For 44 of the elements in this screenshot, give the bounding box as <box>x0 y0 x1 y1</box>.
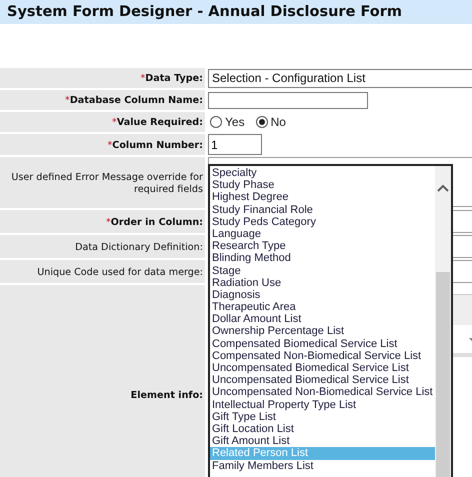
field-label: User defined Error Message override for required fields <box>0 157 205 208</box>
field-label: *Value Required: <box>0 112 205 132</box>
field-label: Data Dictionary Definition: <box>0 235 205 258</box>
list-option[interactable]: Family Members List <box>210 460 435 472</box>
data-type-select[interactable]: Selection - Configuration List <box>208 68 472 88</box>
list-option[interactable]: Research Type <box>210 240 435 252</box>
text-field[interactable] <box>208 92 368 108</box>
list-option[interactable]: Uncompensated Non-Biomedical Service List <box>210 386 435 399</box>
list-option[interactable]: Uncompensated Biomedical Service List <box>210 374 435 386</box>
list-option[interactable]: Gift Amount List <box>210 435 435 448</box>
list-option[interactable]: Specialty <box>210 167 435 180</box>
list-option[interactable]: Radiation Use <box>210 276 435 289</box>
list-option[interactable]: Highest Degree <box>210 191 435 204</box>
radio-label[interactable]: Yes <box>225 115 245 129</box>
list-option[interactable]: Study Peds Category <box>210 216 435 228</box>
scrollbar[interactable] <box>435 166 451 477</box>
list-option[interactable]: Compensated Biomedical Service List <box>210 338 435 350</box>
list-option[interactable]: Therapeutic Area <box>210 301 435 314</box>
field-label: Unique Code used for data merge: <box>0 260 205 283</box>
list-option[interactable]: Language <box>210 228 435 240</box>
number-field[interactable]: 1 <box>208 134 262 155</box>
list-option[interactable]: Gift Type List <box>210 410 435 423</box>
radio-label[interactable]: No <box>270 115 286 129</box>
field-label: Element info: <box>0 285 205 477</box>
list-option[interactable]: Study Phase <box>210 179 435 192</box>
list-option[interactable]: Ownership Percentage List <box>210 325 435 338</box>
page-title: System Form Designer - Annual Disclosure Form <box>7 4 402 20</box>
list-option[interactable]: Gift Location List <box>210 422 435 436</box>
field-label: *Column Number: <box>0 134 205 155</box>
list-option[interactable]: Study Financial Role <box>210 204 435 216</box>
list-option[interactable]: Stage <box>210 264 435 277</box>
field-label: *Data Type: <box>0 68 205 88</box>
field-label: *Order in Column: <box>0 210 205 233</box>
scrollbar-thumb[interactable] <box>436 272 450 477</box>
radio-button[interactable] <box>210 116 222 128</box>
list-option[interactable]: Dollar Amount List <box>210 313 435 326</box>
list-option[interactable]: Blinding Method <box>210 252 435 264</box>
list-option[interactable]: Compensated Non-Biomedical Service List <box>210 350 435 362</box>
list-option[interactable]: Intellectual Property Type List <box>210 398 435 411</box>
list-option[interactable]: Uncompensated Biomedical Service List <box>210 362 435 374</box>
field-label: *Database Column Name: <box>0 90 205 110</box>
scroll-up-icon[interactable] <box>437 184 449 192</box>
radio-button[interactable] <box>256 116 268 128</box>
list-option[interactable]: Diagnosis <box>210 288 435 302</box>
